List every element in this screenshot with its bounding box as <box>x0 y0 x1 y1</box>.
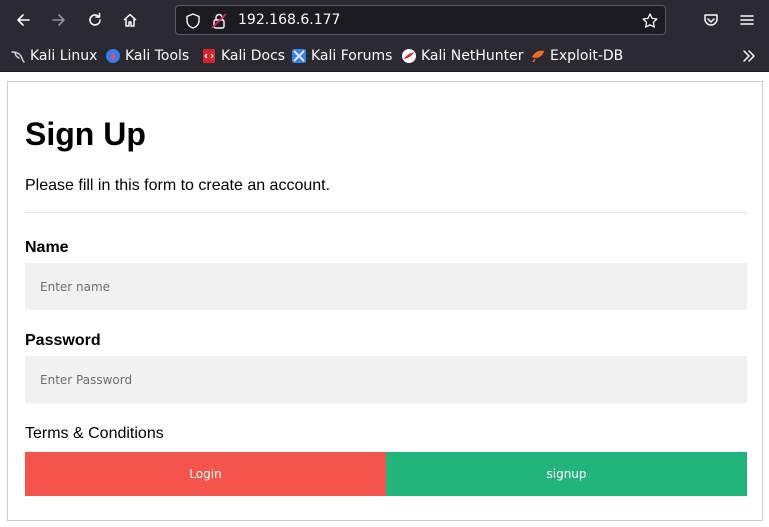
bookmark-label: Kali Forums <box>311 48 393 64</box>
bookmarks-overflow-button[interactable] <box>741 47 757 65</box>
name-label: Name <box>25 239 69 256</box>
bookmark-label: Kali Tools <box>125 48 190 64</box>
signup-form-container: Sign Up Please fill in this form to crea… <box>7 81 763 521</box>
kali-dragon-icon <box>11 51 25 63</box>
url-text[interactable]: 192.168.6.177 <box>238 12 340 28</box>
chevron-double-right-icon <box>743 50 755 62</box>
reload-icon <box>89 12 101 26</box>
menu-button[interactable] <box>735 8 759 32</box>
login-button[interactable]: Login <box>25 452 386 496</box>
pocket-icon <box>704 14 718 26</box>
bookmark-label: Exploit-DB <box>550 48 624 64</box>
bookmark-kali-forums[interactable]: Kali Forums <box>291 47 392 65</box>
form-subtitle: Please fill in this form to create an ac… <box>25 177 331 194</box>
bookmarks-toolbar: Kali Linux Kali Tools Kali Docs Kali For… <box>0 40 769 72</box>
bookmark-kali-tools[interactable]: Kali Tools <box>105 47 189 65</box>
bookmark-exploit-db[interactable]: Exploit-DB <box>530 47 623 65</box>
bookmark-kali-nethunter[interactable]: Kali NetHunter <box>401 47 523 65</box>
bookmark-star-icon[interactable] <box>641 12 659 30</box>
browser-toolbar: 192.168.6.177 <box>0 0 769 40</box>
reload-button[interactable] <box>83 8 107 32</box>
hamburger-menu-icon <box>740 15 754 25</box>
address-bar[interactable]: 192.168.6.177 <box>175 5 666 35</box>
forward-button[interactable] <box>47 8 71 32</box>
bookmark-label: Kali NetHunter <box>421 48 524 64</box>
nethunter-icon <box>402 49 416 63</box>
kali-forums-icon <box>292 49 306 63</box>
name-input[interactable] <box>25 263 747 310</box>
bookmark-kali-docs[interactable]: Kali Docs <box>201 47 285 65</box>
password-label: Password <box>25 332 101 349</box>
exploit-db-icon <box>532 50 544 63</box>
divider <box>25 212 747 213</box>
signup-button[interactable]: signup <box>386 452 747 496</box>
terms-conditions-text: Terms & Conditions <box>25 425 164 442</box>
bookmark-label: Kali Docs <box>221 48 286 64</box>
arrow-left-icon <box>17 14 30 26</box>
arrow-right-icon <box>52 14 65 26</box>
shield-icon[interactable] <box>184 12 202 30</box>
home-icon <box>123 13 137 27</box>
password-input[interactable] <box>25 356 747 403</box>
page-title: Sign Up <box>25 116 146 152</box>
bookmark-kali-linux[interactable]: Kali Linux <box>10 47 97 65</box>
insecure-lock-icon[interactable] <box>210 12 228 30</box>
bookmark-label: Kali Linux <box>30 48 98 64</box>
kali-tools-icon <box>106 49 120 63</box>
back-button[interactable] <box>11 8 35 32</box>
kali-docs-icon <box>203 49 215 63</box>
home-button[interactable] <box>118 8 142 32</box>
pocket-button[interactable] <box>699 8 723 32</box>
